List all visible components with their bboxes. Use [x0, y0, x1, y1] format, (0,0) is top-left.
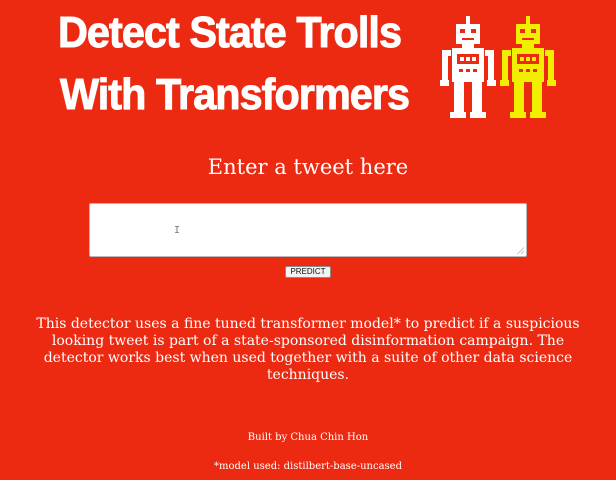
predict-button[interactable]: PREDICT — [285, 266, 331, 278]
page-title-line-2: With Transformers — [60, 70, 411, 119]
page-title-line-1: Detect State Trolls — [58, 8, 403, 57]
header-banner: Detect State Trolls With Transformers — [0, 0, 616, 130]
tweet-input-container[interactable] — [89, 203, 527, 257]
text-cursor-icon: I — [174, 225, 181, 236]
tweet-input[interactable] — [90, 204, 526, 256]
white-robot-icon — [440, 16, 496, 118]
tweet-prompt-label: Enter a tweet here — [207, 155, 409, 179]
model-note: *model used: distilbert-base-uncased — [214, 461, 402, 472]
resize-grip-icon[interactable] — [517, 247, 524, 254]
detector-description: This detector uses a fine tuned transfor… — [36, 316, 580, 383]
yellow-robot-icon — [500, 16, 556, 118]
author-credit: Built by Chua Chin Hon — [247, 432, 369, 443]
